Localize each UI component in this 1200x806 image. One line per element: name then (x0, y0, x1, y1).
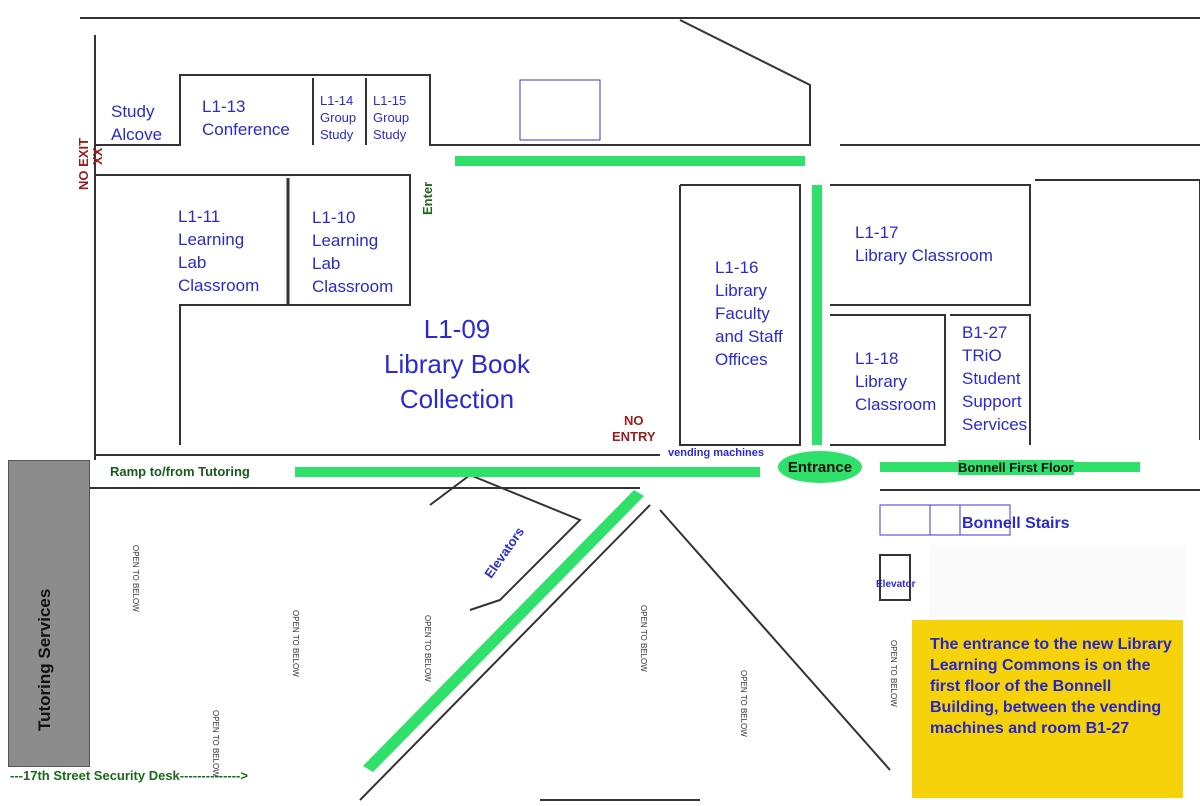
bonnell-stairs-label: Bonnell Stairs (962, 515, 1070, 532)
open-to-below-label: OPEN TO BELOW (889, 640, 898, 707)
open-to-below-label: OPEN TO BELOW (291, 610, 300, 677)
open-to-below-label: OPEN TO BELOW (131, 545, 140, 612)
room-l1-11: L1-11 Learning Lab Classroom (178, 207, 260, 295)
tutoring-services-label: Tutoring Services (35, 588, 54, 731)
vending-machines-label: vending machines (668, 447, 764, 459)
room-l1-10: L1-10 Learning Lab Classroom (312, 208, 394, 296)
xx-sign: XX (90, 147, 105, 165)
room-study-alcove: Study Alcove (111, 102, 163, 144)
entrance-label: Entrance (787, 458, 853, 476)
elevator-label: Elevator (876, 579, 916, 590)
room-l1-18: L1-18 Library Classroom (855, 349, 937, 414)
room-l1-16: L1-16 Library Faculty and Staff Offices (715, 258, 783, 369)
enter-sign: Enter (420, 181, 435, 215)
room-l1-13: L1-13 Conference (202, 97, 290, 139)
entrance-marker: Entrance (778, 451, 862, 483)
open-to-below-label: OPEN TO BELOW (423, 615, 432, 682)
open-to-below-label: OPEN TO BELOW (211, 710, 220, 777)
room-l1-09: L1-09 Library Book Collection (384, 314, 530, 414)
room-l1-15: L1-15 Group Study (373, 93, 410, 142)
entrance-note: The entrance to the new Library Learning… (912, 620, 1183, 798)
no-entry-sign: NO ENTRY (612, 413, 656, 444)
tutoring-services-block: Tutoring Services (8, 460, 90, 767)
room-l1-17: L1-17 Library Classroom (855, 223, 993, 265)
open-to-below-label: OPEN TO BELOW (639, 605, 648, 672)
open-to-below-label: OPEN TO BELOW (739, 670, 748, 737)
ramp-label: Ramp to/from Tutoring (110, 464, 250, 479)
bonnell-first-floor-label: Bonnell First Floor (958, 460, 1074, 475)
room-b1-27: B1-27 TRiO Student Support Services (962, 323, 1028, 434)
room-l1-14: L1-14 Group Study (320, 93, 357, 142)
blank-area (930, 545, 1185, 617)
